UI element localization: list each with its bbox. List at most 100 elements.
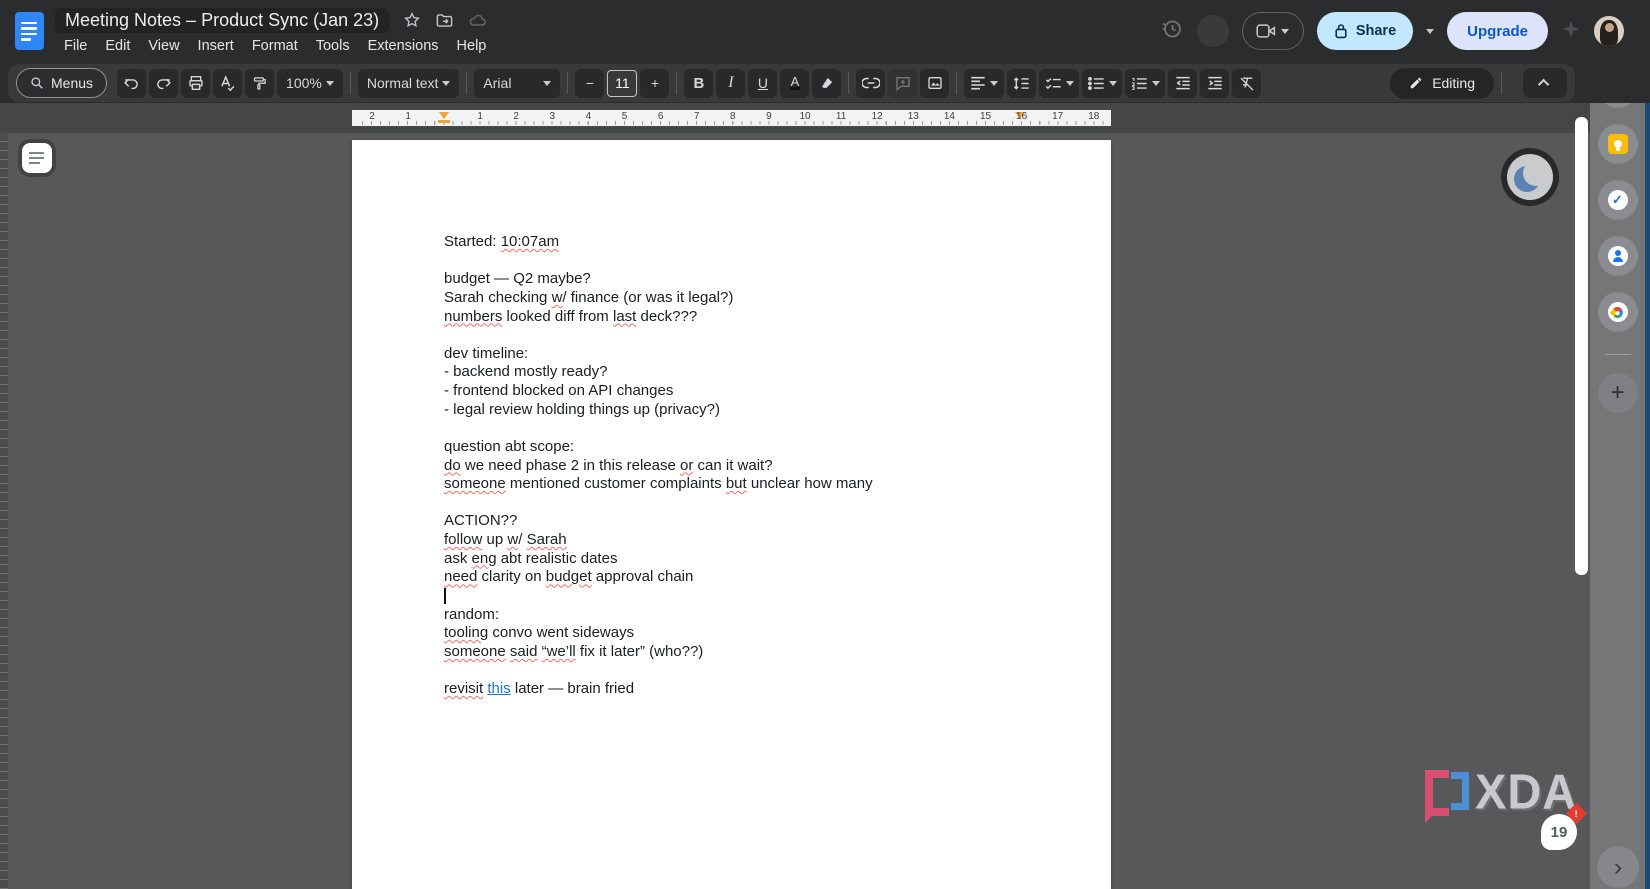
redo-button[interactable] (149, 68, 179, 98)
left-indent-marker[interactable] (439, 112, 449, 119)
star-icon[interactable] (403, 11, 421, 29)
keep-app-button[interactable] (1597, 124, 1638, 164)
menu-extensions[interactable]: Extensions (359, 36, 448, 56)
get-addons-button[interactable]: + (1597, 373, 1638, 413)
tasks-app-button[interactable]: ✓ (1597, 180, 1638, 220)
text-run: - legal review holding things up (privac… (444, 400, 720, 418)
doc-line (444, 326, 1064, 345)
left-margin-marker[interactable] (438, 120, 450, 123)
version-history-icon[interactable] (1160, 17, 1184, 46)
menu-bar: File Edit View Insert Format Tools Exten… (55, 36, 495, 56)
insert-link-button[interactable] (856, 68, 886, 98)
clear-formatting-button[interactable] (1232, 68, 1262, 98)
paint-format-button[interactable] (245, 68, 275, 98)
text-run: dev timeline: (444, 344, 529, 362)
ruler-number: 15 (979, 111, 992, 122)
text-run: abt realistic dates (496, 549, 618, 567)
lock-icon (1335, 24, 1347, 39)
highlight-color-button[interactable] (812, 68, 842, 98)
align-button[interactable] (964, 68, 1005, 98)
menu-insert[interactable]: Insert (189, 36, 243, 56)
chevron-down-icon (1065, 80, 1074, 86)
hyperlink[interactable]: this (487, 680, 510, 697)
line-spacing-button[interactable] (1007, 68, 1037, 98)
hide-side-panel-button[interactable]: › (1597, 846, 1639, 888)
font-select[interactable]: Arial (474, 68, 561, 98)
text-run: we need phase 2 in this release (460, 456, 680, 474)
move-folder-icon[interactable] (435, 11, 454, 30)
paragraph-style-select[interactable]: Normal text (357, 68, 460, 98)
menu-help[interactable]: Help (448, 36, 496, 56)
doc-line: question abt scope: (444, 438, 1064, 457)
share-options-chevron-icon[interactable] (1426, 28, 1435, 34)
show-outline-button[interactable] (22, 143, 52, 173)
insert-image-button[interactable] (920, 68, 950, 98)
increase-font-size-button[interactable]: + (640, 68, 670, 98)
misspelled-word: said (509, 642, 538, 660)
checklist-button[interactable] (1039, 68, 1080, 98)
editing-mode-button[interactable]: Editing (1390, 67, 1494, 99)
increase-indent-button[interactable] (1200, 68, 1230, 98)
text-run: up (482, 531, 508, 548)
misspelled-word: numbers (444, 307, 503, 325)
ruler-number: 2 (369, 111, 375, 122)
undo-button[interactable] (117, 68, 147, 98)
document-page[interactable]: Started: 10:07am budget — Q2 maybe? Sarah… (352, 140, 1111, 889)
ruler-row: 2 1 1 2 3 4 5 6 7 8 9 10 11 12 13 14 15 16 17 18 (0, 103, 1650, 133)
menu-file[interactable]: File (55, 36, 96, 56)
text-run: deck??? (636, 307, 698, 325)
upgrade-button[interactable]: Upgrade (1447, 12, 1548, 50)
zoom-select[interactable]: 100% (277, 68, 343, 98)
vertical-scrollbar[interactable] (1575, 117, 1588, 575)
pencil-icon (1410, 77, 1422, 89)
print-button[interactable] (181, 68, 211, 98)
ruler-number: 17 (1052, 111, 1064, 122)
search-icon (31, 77, 43, 89)
text-run: Sarah checking (444, 288, 552, 306)
document-title[interactable]: Meeting Notes – Product Sync (Jan 23) (55, 7, 390, 33)
chevron-up-icon (1537, 78, 1550, 91)
spell-check-button[interactable] (213, 68, 243, 98)
join-call-button[interactable] (1241, 12, 1304, 50)
hide-menus-button[interactable] (1523, 68, 1567, 98)
text-run: Started: (444, 233, 501, 250)
ruler-number: 18 (1088, 111, 1100, 122)
menu-format[interactable]: Format (243, 36, 307, 56)
misspelled-word: follow (444, 531, 483, 548)
font-size-input[interactable]: 11 (607, 69, 638, 97)
ruler-number: 4 (585, 111, 592, 122)
document-text[interactable]: Started: 10:07am budget — Q2 maybe? Sarah… (444, 233, 1064, 699)
decrease-indent-button[interactable] (1168, 68, 1198, 98)
menu-view[interactable]: View (139, 36, 188, 56)
dark-mode-toggle-button[interactable] (1501, 148, 1559, 206)
add-comment-button (888, 68, 918, 98)
side-panel: 31 ✓ + › (1590, 62, 1645, 889)
numbered-list-button[interactable] (1125, 68, 1166, 98)
decrease-font-size-button[interactable]: − (575, 68, 605, 98)
doc-line: Started: 10:07am (444, 233, 1064, 252)
misspelled-word: someone (444, 642, 506, 660)
contacts-app-button[interactable] (1597, 236, 1638, 276)
doc-line: random: (444, 606, 1064, 625)
misspelled-word: someone (444, 475, 506, 493)
italic-button[interactable]: I (716, 68, 746, 98)
style-value: Normal text (366, 75, 439, 91)
bulleted-list-button[interactable] (1082, 68, 1123, 98)
share-button[interactable]: Share (1316, 12, 1414, 50)
text-color-button[interactable]: A (780, 68, 810, 98)
google-docs-logo-icon[interactable] (15, 12, 44, 50)
menu-edit[interactable]: Edit (96, 36, 139, 56)
maps-app-button[interactable] (1597, 292, 1638, 332)
chevron-down-icon (543, 80, 552, 86)
text-run: later — brain fried (510, 680, 635, 697)
search-menus-button[interactable]: Menus (16, 68, 108, 98)
xda-bracket-left-icon (1425, 770, 1449, 823)
menu-tools[interactable]: Tools (307, 36, 359, 56)
text-cursor (444, 587, 446, 604)
formatting-toolbar: Menus 100% Normal text Arial − 11 + B I … (8, 64, 1575, 102)
underline-button[interactable]: U (748, 68, 778, 98)
chevron-down-icon (1281, 28, 1290, 34)
account-avatar[interactable] (1594, 16, 1624, 46)
bold-button[interactable]: B (684, 68, 714, 98)
doc-line: Sarah checking w/ finance (or was it leg… (444, 289, 1064, 308)
